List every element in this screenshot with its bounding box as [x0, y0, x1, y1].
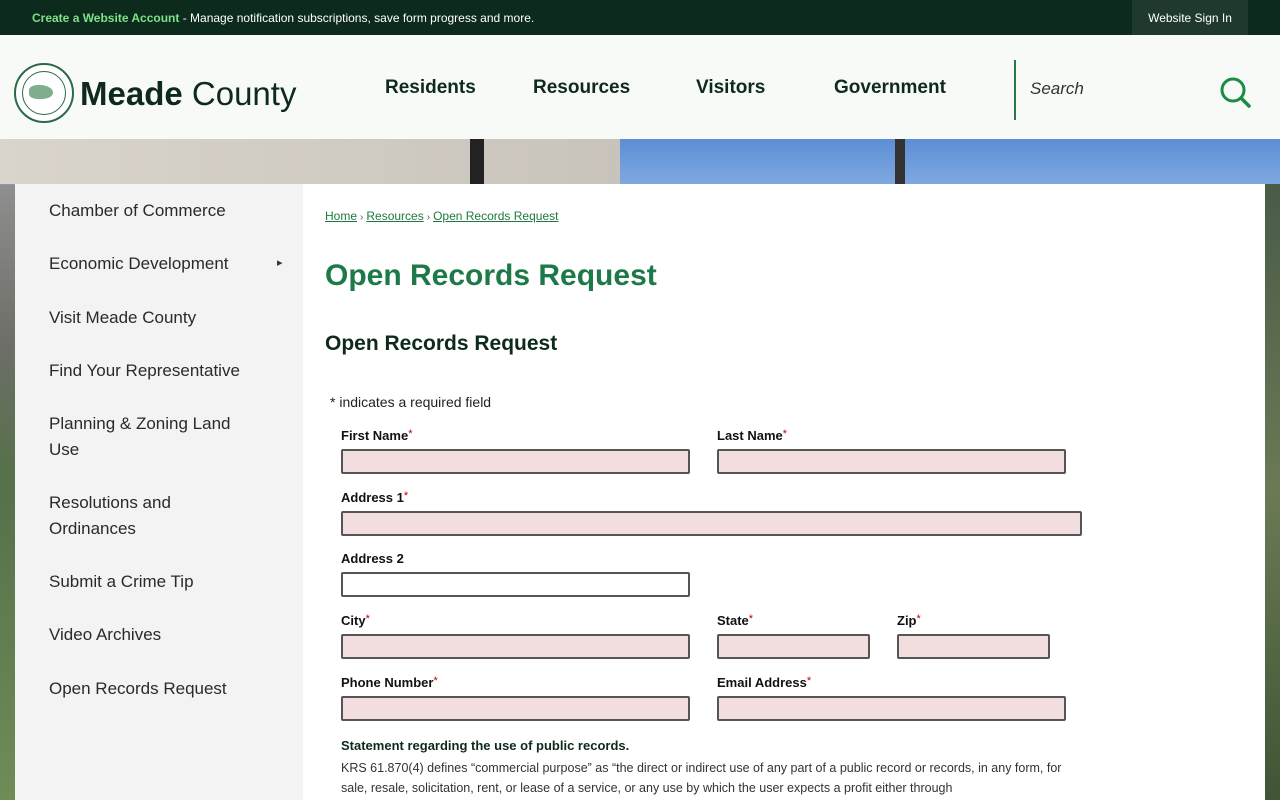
required-field-note: * indicates a required field	[330, 394, 492, 410]
website-sign-in-button[interactable]: Website Sign In	[1132, 0, 1248, 35]
photo-pole	[895, 139, 905, 184]
first-name-label-text: First Name	[341, 428, 409, 443]
sidebar-item-economic-development[interactable]: Economic Development	[49, 251, 279, 277]
nav-residents[interactable]: Residents	[385, 77, 476, 99]
statement-body: KRS 61.870(4) defines “commercial purpos…	[341, 761, 1062, 795]
required-marker: *	[365, 613, 370, 625]
zip-field[interactable]	[897, 634, 1050, 659]
nav-visitors[interactable]: Visitors	[696, 77, 765, 99]
form-title: Open Records Request	[325, 332, 558, 355]
sidebar-item-resolutions-ordinances[interactable]: Resolutions and Ordinances	[49, 490, 209, 541]
breadcrumb-current[interactable]: Open Records Request	[433, 209, 558, 223]
submenu-arrow-icon[interactable]: ▸	[277, 256, 283, 269]
state-field[interactable]	[717, 634, 870, 659]
email-label: Email Address*	[717, 675, 811, 690]
seal-map-shape	[29, 85, 53, 99]
account-promo: Create a Website Account - Manage notifi…	[32, 11, 534, 25]
breadcrumb: Home › Resources › Open Records Request	[325, 209, 558, 223]
page-title: Open Records Request	[325, 259, 657, 292]
sidebar-item-chamber-of-commerce[interactable]: Chamber of Commerce	[49, 198, 279, 224]
county-seal-logo[interactable]	[14, 63, 74, 123]
nav-resources[interactable]: Resources	[533, 77, 630, 99]
city-label-text: City	[341, 613, 366, 628]
first-name-field[interactable]	[341, 449, 690, 474]
address2-label: Address 2	[341, 551, 404, 566]
email-field[interactable]	[717, 696, 1066, 721]
address1-label-text: Address 1	[341, 490, 404, 505]
zip-label-text: Zip	[897, 613, 917, 628]
last-name-label-text: Last Name	[717, 428, 783, 443]
state-label-text: State	[717, 613, 749, 628]
sidebar-item-find-representative[interactable]: Find Your Representative	[49, 358, 279, 384]
search-icon	[1220, 77, 1251, 108]
photo-building	[0, 139, 620, 184]
create-account-link[interactable]: Create a Website Account	[32, 11, 179, 25]
logo-word-meade: Meade	[80, 75, 183, 112]
phone-label: Phone Number*	[341, 675, 438, 690]
last-name-label: Last Name*	[717, 428, 787, 443]
required-marker: *	[782, 428, 788, 440]
sidebar-item-open-records-request[interactable]: Open Records Request	[49, 676, 279, 702]
breadcrumb-separator: ›	[426, 212, 431, 223]
address2-field[interactable]	[341, 572, 690, 597]
sidebar-item-submit-crime-tip[interactable]: Submit a Crime Tip	[49, 569, 279, 595]
logo-word-county: County	[182, 75, 297, 112]
required-marker: *	[806, 675, 812, 687]
sidebar-nav: Chamber of Commerce Economic Development…	[15, 184, 303, 800]
required-marker: *	[748, 613, 754, 625]
search-input[interactable]	[1026, 73, 1196, 105]
email-label-text: Email Address	[717, 675, 807, 690]
required-marker: *	[433, 675, 438, 687]
top-bar: Create a Website Account - Manage notifi…	[0, 0, 1280, 35]
main-content: Home › Resources › Open Records Request Open…	[303, 184, 1265, 800]
site-header: Meade County Residents Resources Visitor…	[0, 35, 1280, 139]
breadcrumb-home[interactable]: Home	[325, 209, 357, 223]
phone-field[interactable]	[341, 696, 690, 721]
breadcrumb-resources[interactable]: Resources	[366, 209, 423, 223]
promo-text: - Manage notification subscriptions, sav…	[179, 11, 535, 25]
city-label: City*	[341, 613, 370, 628]
required-marker: *	[403, 490, 409, 502]
state-label: State*	[717, 613, 753, 628]
nav-government[interactable]: Government	[834, 77, 946, 99]
statement-title: Statement regarding the use of public re…	[341, 738, 630, 753]
city-field[interactable]	[341, 634, 690, 659]
first-name-label: First Name*	[341, 428, 412, 443]
address1-label: Address 1*	[341, 490, 408, 505]
last-name-field[interactable]	[717, 449, 1066, 474]
address1-field[interactable]	[341, 511, 1082, 536]
sidebar-item-planning-zoning[interactable]: Planning & Zoning Land Use	[49, 411, 259, 462]
required-marker: *	[408, 428, 413, 440]
sidebar-item-visit-meade-county[interactable]: Visit Meade County	[49, 305, 279, 331]
search-button[interactable]	[1218, 75, 1252, 109]
required-marker: *	[916, 613, 921, 625]
breadcrumb-separator: ›	[360, 212, 364, 223]
site-logo-text[interactable]: Meade County	[80, 75, 296, 113]
photo-edge	[1265, 184, 1280, 800]
sidebar-item-video-archives[interactable]: Video Archives	[49, 622, 279, 648]
phone-label-text: Phone Number	[341, 675, 434, 690]
photo-pole	[470, 139, 484, 184]
search-divider	[1014, 60, 1016, 120]
zip-label: Zip*	[897, 613, 921, 628]
